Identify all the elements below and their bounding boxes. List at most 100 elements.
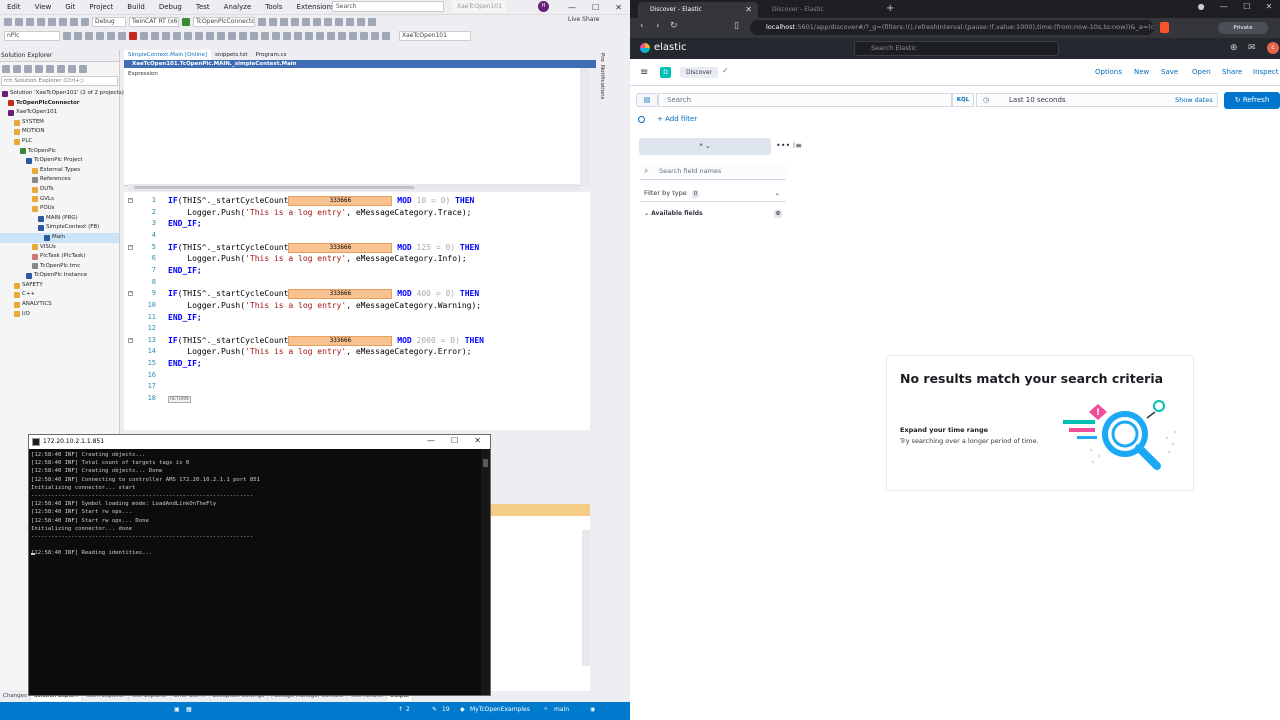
close-icon[interactable]: ✕: [1266, 2, 1273, 16]
live-share-button[interactable]: Live Share: [568, 16, 599, 23]
close-icon[interactable]: ✕: [615, 3, 622, 12]
time-picker[interactable]: ◷ Last 10 seconds Show dates: [976, 93, 1218, 107]
code-line[interactable]: 10 Logger.Push('This is a log entry', eM…: [124, 300, 590, 312]
redo-icon[interactable]: [81, 17, 89, 26]
code-line[interactable]: 15 END_IF;: [124, 358, 590, 370]
solution-explorer-search[interactable]: rch Solution Explorer (Ctrl+;): [1, 76, 118, 86]
index-pattern-selector[interactable]: * ⌄: [639, 138, 771, 155]
status-pencil-count[interactable]: 19: [442, 706, 450, 713]
query-input[interactable]: Search: [658, 93, 952, 107]
tree-node[interactable]: SYSTEM: [0, 118, 119, 128]
declaration-hscroll-thumb[interactable]: [134, 186, 414, 189]
tree-node[interactable]: PlcTask (PlcTask): [0, 252, 119, 262]
tree-node[interactable]: TcOpenPlc: [0, 147, 119, 157]
toolbar-icon[interactable]: [173, 32, 181, 40]
toolbar-icon[interactable]: [239, 32, 247, 40]
toolbar-icon[interactable]: [327, 32, 335, 40]
toolbar-icon[interactable]: [140, 32, 148, 40]
toolbar-icon[interactable]: [291, 17, 299, 26]
bottom-tab[interactable]: Changes: [0, 691, 31, 701]
menu-item-git[interactable]: Git: [58, 3, 82, 11]
code-line[interactable]: 4: [124, 230, 590, 242]
toolbar-icon[interactable]: [305, 32, 313, 40]
code-line[interactable]: 9 − IF(THIS^._startCycleCount 333666 MOD 40…: [124, 288, 590, 300]
open-icon[interactable]: [37, 17, 45, 26]
toolbar-icon[interactable]: [302, 17, 310, 26]
tree-node[interactable]: Solution 'XaeTcOpen101' (2 of 2 projects…: [0, 89, 124, 99]
close-icon[interactable]: ✕: [474, 436, 481, 448]
elastic-logo-icon[interactable]: [640, 43, 650, 53]
saved-query-icon[interactable]: ▤: [636, 93, 658, 107]
save-all-icon[interactable]: [59, 17, 67, 26]
filter-icon[interactable]: [638, 116, 645, 123]
sync-icon[interactable]: [13, 65, 21, 73]
toolbar-icon[interactable]: [85, 32, 93, 40]
tree-node[interactable]: I/O: [0, 310, 119, 320]
tree-node[interactable]: MAIN (PRG): [0, 214, 119, 224]
tree-node[interactable]: SimpleContext (FB): [0, 223, 119, 233]
toolbar-icon[interactable]: [349, 32, 357, 40]
save-icon[interactable]: [48, 17, 56, 26]
tree-node[interactable]: ANALYTICS: [0, 300, 119, 310]
toolbar-icon[interactable]: [228, 32, 236, 40]
menu-item-build[interactable]: Build: [120, 3, 152, 11]
tree-node[interactable]: References: [0, 175, 119, 185]
menu-item-test[interactable]: Test: [189, 3, 217, 11]
avatar[interactable]: H: [538, 1, 549, 12]
tree-node[interactable]: C++: [0, 290, 119, 300]
toolbar-icon[interactable]: [357, 17, 365, 26]
code-line[interactable]: 8: [124, 277, 590, 289]
console-scrollbar[interactable]: [481, 449, 490, 695]
home-icon[interactable]: [2, 65, 10, 73]
tree-node[interactable]: TcOpenPlc.tmc: [0, 262, 119, 272]
time-range[interactable]: Last 10 seconds: [1009, 94, 1066, 106]
code-editor[interactable]: 1− IF(THIS^._startCycleCount 333666 MOD 10…: [124, 192, 590, 430]
undo-icon[interactable]: [70, 17, 78, 26]
menu-item-edit[interactable]: Edit: [0, 3, 28, 11]
tree-node[interactable]: TcOpenPlc Instance: [0, 271, 119, 281]
editor-tab[interactable]: snippets.txt: [211, 50, 252, 60]
vs-search-input[interactable]: Search: [332, 1, 444, 12]
toolbar-icon[interactable]: [258, 17, 266, 26]
toolbar-icon[interactable]: [280, 17, 288, 26]
refresh-icon[interactable]: [24, 65, 32, 73]
toolbar-icon[interactable]: [272, 32, 280, 40]
declaration-scrollbar[interactable]: [580, 68, 590, 186]
toolbar-icon[interactable]: [335, 17, 343, 26]
space-avatar[interactable]: D: [660, 67, 671, 78]
show-all-icon[interactable]: [46, 65, 54, 73]
toolbar-icon[interactable]: [107, 32, 115, 40]
tree-node[interactable]: TcOpenPlc Project: [0, 156, 119, 166]
status-pencil-icon[interactable]: ✎: [432, 706, 437, 713]
toolbar-icon[interactable]: [283, 32, 291, 40]
code-line[interactable]: 3 END_IF;: [124, 218, 590, 230]
browser-tab[interactable]: Discover - Elastic: [760, 2, 880, 18]
toolbar-icon[interactable]: [294, 32, 302, 40]
plc-project-dropdown[interactable]: XaeTcOpen101: [399, 31, 471, 41]
plc-dropdown[interactable]: nPlc: [4, 31, 60, 41]
field-search-input[interactable]: Search field names: [640, 163, 786, 180]
toolbar-icon[interactable]: [324, 17, 332, 26]
avatar[interactable]: c: [1267, 42, 1279, 54]
stop-icon[interactable]: [129, 32, 137, 40]
maximize-icon[interactable]: ☐: [451, 436, 458, 448]
menu-item-debug[interactable]: Debug: [152, 3, 189, 11]
tree-node[interactable]: Main: [0, 232, 119, 243]
menu-item-project[interactable]: Project: [82, 3, 120, 11]
fold-toggle[interactable]: −: [128, 198, 133, 203]
toolbar-icon[interactable]: [206, 32, 214, 40]
toolbar-icon[interactable]: [151, 32, 159, 40]
editor-tab[interactable]: Program.cs: [252, 50, 291, 60]
forward-icon[interactable]: ›: [656, 21, 660, 31]
toolbar-icon[interactable]: [313, 17, 321, 26]
bookmark-icon[interactable]: ▯: [734, 21, 739, 31]
tree-node[interactable]: PLC: [0, 137, 119, 147]
fold-toggle[interactable]: −: [128, 291, 133, 297]
tree-node[interactable]: VISUs: [0, 243, 119, 253]
tree-node[interactable]: GVLs: [0, 195, 119, 205]
url-bar[interactable]: localhost:5601/app/discover#/?_g=(filter…: [750, 20, 1154, 35]
toolbar-icon[interactable]: [96, 32, 104, 40]
save-button[interactable]: Save: [1161, 68, 1178, 76]
tree-node[interactable]: MOTION: [0, 127, 119, 137]
fold-toggle[interactable]: −: [128, 337, 133, 343]
